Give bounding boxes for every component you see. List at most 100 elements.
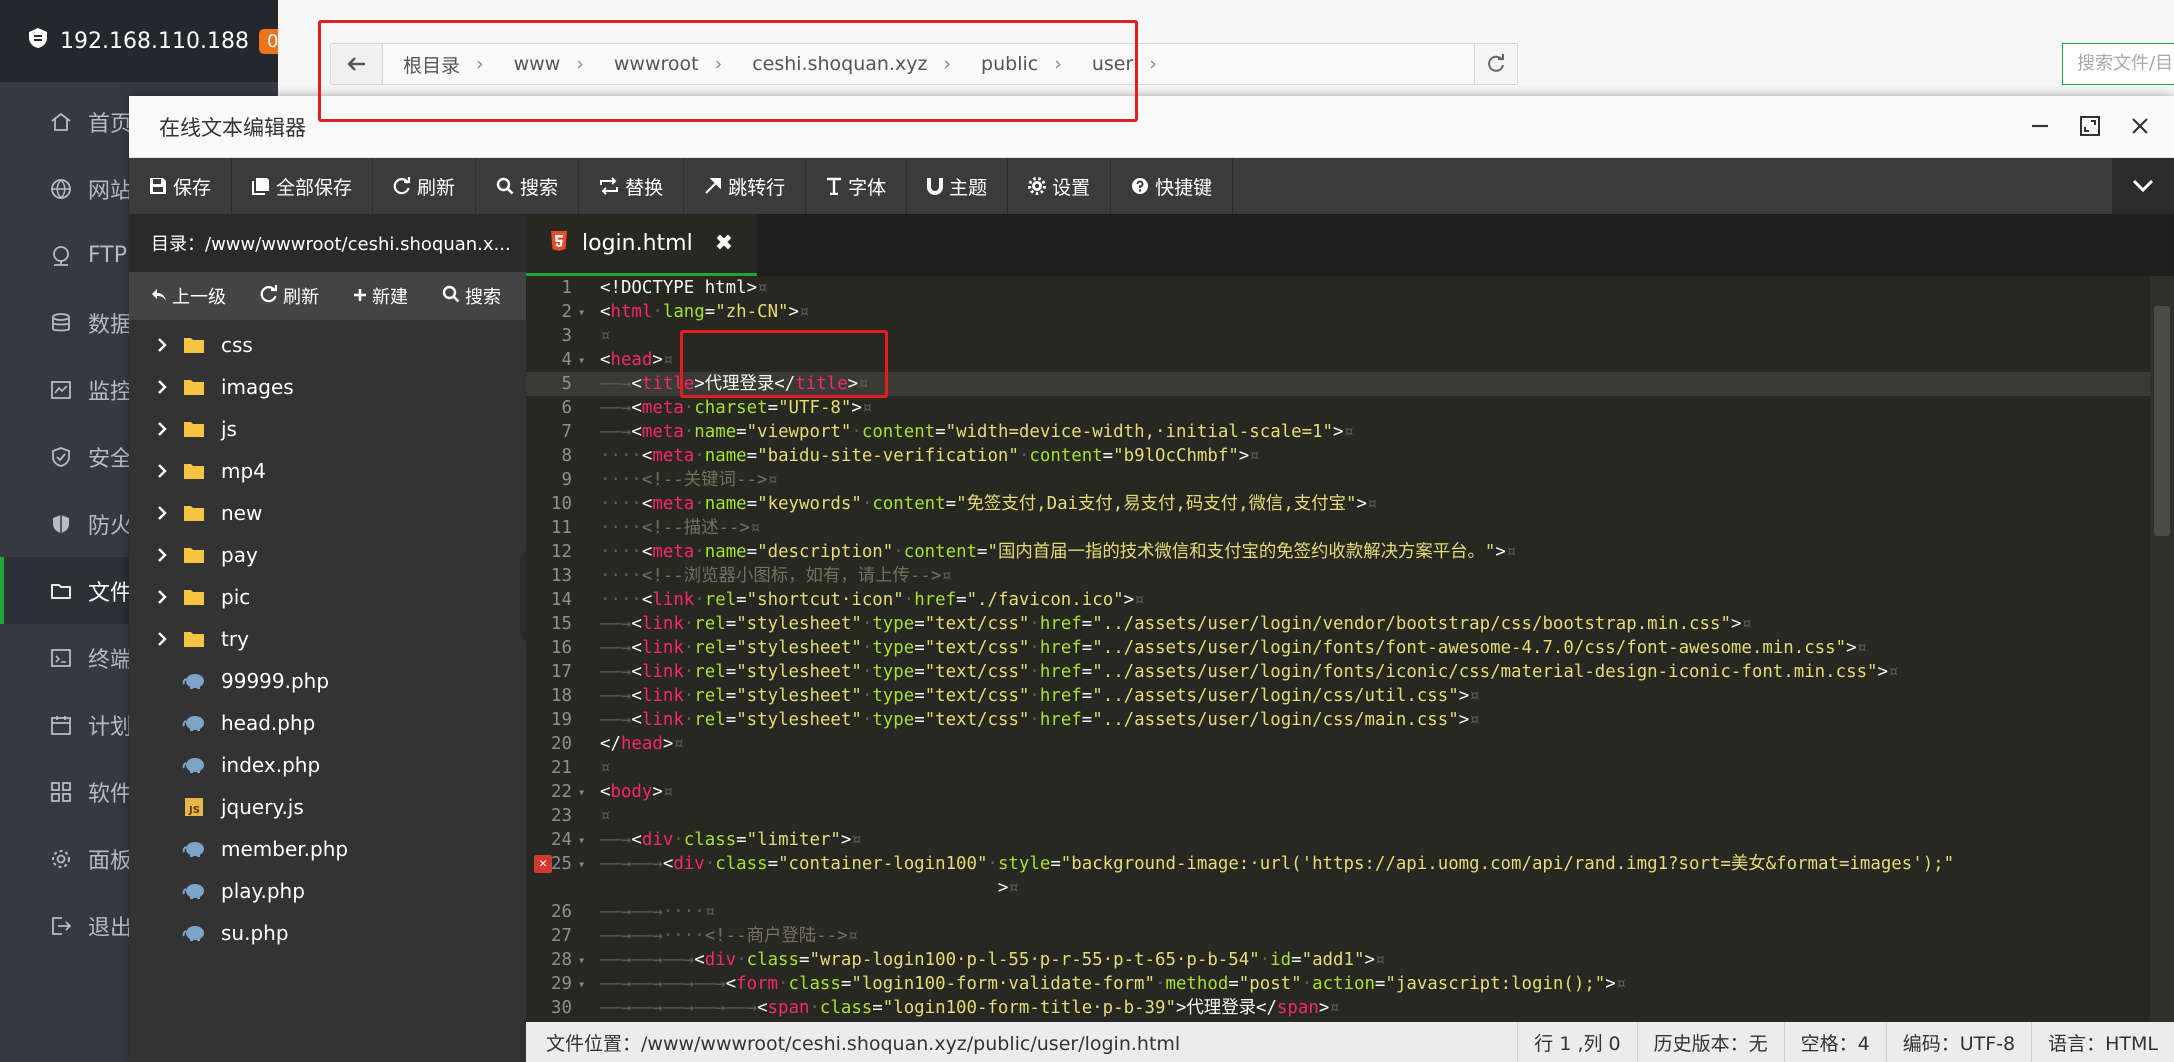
- toolbar-button[interactable]: 替换: [579, 158, 685, 214]
- file-item[interactable]: index.php: [129, 744, 526, 786]
- breadcrumb-item[interactable]: user: [1092, 53, 1133, 75]
- toolbar-collapse-button[interactable]: [2112, 158, 2174, 214]
- fold-arrow-icon[interactable]: ▾: [578, 300, 596, 324]
- file-tool-button[interactable]: 刷新: [238, 283, 331, 309]
- fold-gutter: [578, 276, 596, 300]
- code-line[interactable]: 22 ▾ <body>¤: [526, 780, 2150, 804]
- toolbar-button[interactable]: 搜索: [476, 158, 580, 214]
- fold-arrow-icon[interactable]: ▾: [578, 972, 596, 996]
- code-line[interactable]: 13 ····<!--浏览器小图标，如有，请上传-->¤: [526, 564, 2150, 588]
- close-tab-icon[interactable]: ✖: [715, 231, 733, 256]
- code-line[interactable]: 14 ····<link·rel="shortcut·icon"·href="./…: [526, 588, 2150, 612]
- file-tool-button[interactable]: 新建: [331, 283, 420, 309]
- code-line[interactable]: 10 ····<meta·name="keywords"·content="免签支…: [526, 492, 2150, 516]
- code-line[interactable]: 15 ——→<link·rel="stylesheet"·type="text/c…: [526, 612, 2150, 636]
- php-file-icon: [181, 882, 207, 900]
- code-line[interactable]: 21 ¤: [526, 756, 2150, 780]
- file-item[interactable]: 99999.php: [129, 660, 526, 702]
- breadcrumb-item[interactable]: public: [981, 53, 1038, 75]
- folder-item[interactable]: new: [129, 492, 526, 534]
- folder-item[interactable]: pic: [129, 576, 526, 618]
- status-encoding[interactable]: 编码：UTF-8: [1885, 1022, 2031, 1062]
- address-bar[interactable]: 根目录 › www › wwwroot › ceshi.shoquan.xyz › public…: [330, 43, 1498, 85]
- code-line[interactable]: 1 <!DOCTYPE html>¤: [526, 276, 2150, 300]
- file-item[interactable]: play.php: [129, 870, 526, 912]
- file-tool-button[interactable]: 搜索: [420, 283, 513, 309]
- toolbar-button[interactable]: 字体: [806, 158, 908, 214]
- toolbar-button-label: 替换: [625, 176, 664, 199]
- line-number: 21: [551, 758, 572, 778]
- folder-item[interactable]: mp4: [129, 450, 526, 492]
- line-number: 13: [551, 566, 572, 586]
- code-line[interactable]: 12 ····<meta·name="description"·content="…: [526, 540, 2150, 564]
- fold-arrow-icon[interactable]: ▾: [578, 852, 596, 876]
- folder-item[interactable]: try: [129, 618, 526, 660]
- fold-arrow-icon[interactable]: ▾: [578, 780, 596, 804]
- breadcrumb-item[interactable]: ceshi.shoquan.xyz: [752, 53, 927, 75]
- file-tool-button[interactable]: 上一级: [129, 283, 238, 309]
- code-line[interactable]: 5 ——→<title>代理登录</title>¤: [526, 372, 2150, 396]
- scrollbar-thumb[interactable]: [2154, 306, 2170, 536]
- back-button[interactable]: [331, 44, 383, 84]
- code-line[interactable]: 27 ——→——→····<!--商户登陆-->¤: [526, 924, 2150, 948]
- code-line[interactable]: 2 ▾ <html·lang="zh-CN">¤: [526, 300, 2150, 324]
- status-spaces[interactable]: 空格：4: [1783, 1022, 1886, 1062]
- code-line[interactable]: 23 ¤: [526, 804, 2150, 828]
- fold-arrow-icon[interactable]: ▾: [578, 828, 596, 852]
- code-line[interactable]: 17 ——→<link·rel="stylesheet"·type="text/c…: [526, 660, 2150, 684]
- close-button[interactable]: [2126, 110, 2154, 142]
- toolbar-button[interactable]: 刷新: [373, 158, 477, 214]
- file-item[interactable]: JS jquery.js: [129, 786, 526, 828]
- code-line[interactable]: 4 ▾ <head>¤: [526, 348, 2150, 372]
- code-line[interactable]: 16 ——→<link·rel="stylesheet"·type="text/c…: [526, 636, 2150, 660]
- breadcrumb-item[interactable]: wwwroot: [614, 53, 699, 75]
- code-line[interactable]: >¤: [526, 876, 2150, 900]
- code-line[interactable]: 29 ▾ ——→——→——→——→<form·class="login100-for…: [526, 972, 2150, 996]
- fold-arrow-icon[interactable]: ▾: [578, 348, 596, 372]
- folder-item[interactable]: js: [129, 408, 526, 450]
- fold-arrow-icon[interactable]: ▾: [578, 948, 596, 972]
- line-number: 20: [551, 734, 572, 754]
- code-line[interactable]: 11 ····<!--描述-->¤: [526, 516, 2150, 540]
- line-number: 27: [551, 926, 572, 946]
- breadcrumb-item[interactable]: 根目录: [403, 51, 460, 78]
- status-history[interactable]: 历史版本：无: [1636, 1022, 1784, 1062]
- search-files-input[interactable]: 搜索文件/目: [2062, 43, 2174, 85]
- toolbar-button[interactable]: 保存: [129, 158, 233, 214]
- maximize-button[interactable]: [2076, 110, 2104, 142]
- vertical-scrollbar[interactable]: [2150, 276, 2174, 1022]
- status-cursor-position[interactable]: 行 1 ,列 0: [1517, 1022, 1636, 1062]
- error-marker-icon[interactable]: ✕: [534, 855, 552, 873]
- code-line[interactable]: 28 ▾ ——→——→——→<div·class="wrap-login100·p-…: [526, 948, 2150, 972]
- status-language[interactable]: 语言：HTML: [2031, 1022, 2174, 1062]
- code-line[interactable]: 3 ¤: [526, 324, 2150, 348]
- toolbar-button[interactable]: 快捷键: [1111, 158, 1234, 214]
- folder-item[interactable]: css: [129, 324, 526, 366]
- code-line[interactable]: 26 ——→——→····¤: [526, 900, 2150, 924]
- tab-login-html[interactable]: login.html ✖: [526, 214, 758, 276]
- folder-name: pic: [221, 585, 251, 609]
- code-line[interactable]: 24 ▾ ——→<div·class="limiter">¤: [526, 828, 2150, 852]
- file-item[interactable]: su.php: [129, 912, 526, 954]
- code-line[interactable]: 19 ——→<link·rel="stylesheet"·type="text/c…: [526, 708, 2150, 732]
- folder-item[interactable]: pay: [129, 534, 526, 576]
- code-line[interactable]: 25 ▾ ——→——→<div·class="container-login100"…: [526, 852, 2150, 876]
- code-line[interactable]: 9 ····<!--关键词-->¤: [526, 468, 2150, 492]
- breadcrumb-item[interactable]: www: [514, 53, 561, 75]
- code-line[interactable]: 8 ····<meta·name="baidu-site-verification…: [526, 444, 2150, 468]
- toolbar-button[interactable]: 主题: [907, 158, 1009, 214]
- toolbar-button[interactable]: 全部保存: [232, 158, 374, 214]
- toolbar-button[interactable]: 跳转行: [684, 158, 807, 214]
- file-item[interactable]: head.php: [129, 702, 526, 744]
- reload-button[interactable]: [1474, 43, 1518, 85]
- code-line[interactable]: 30 ——→——→——→——→——→<span·class="login100-f…: [526, 996, 2150, 1020]
- code-line[interactable]: 20 </head>¤: [526, 732, 2150, 756]
- code-content[interactable]: 1 <!DOCTYPE html>¤ 2 ▾ <html·lang="zh-CN">¤ 3…: [526, 276, 2150, 1022]
- code-line[interactable]: 18 ——→<link·rel="stylesheet"·type="text/c…: [526, 684, 2150, 708]
- code-line[interactable]: 6 ——→<meta·charset="UTF-8">¤: [526, 396, 2150, 420]
- toolbar-button[interactable]: 设置: [1008, 158, 1112, 214]
- file-item[interactable]: member.php: [129, 828, 526, 870]
- minimize-button[interactable]: [2026, 110, 2054, 142]
- code-line[interactable]: 7 ——→<meta·name="viewport"·content="width…: [526, 420, 2150, 444]
- folder-item[interactable]: images: [129, 366, 526, 408]
